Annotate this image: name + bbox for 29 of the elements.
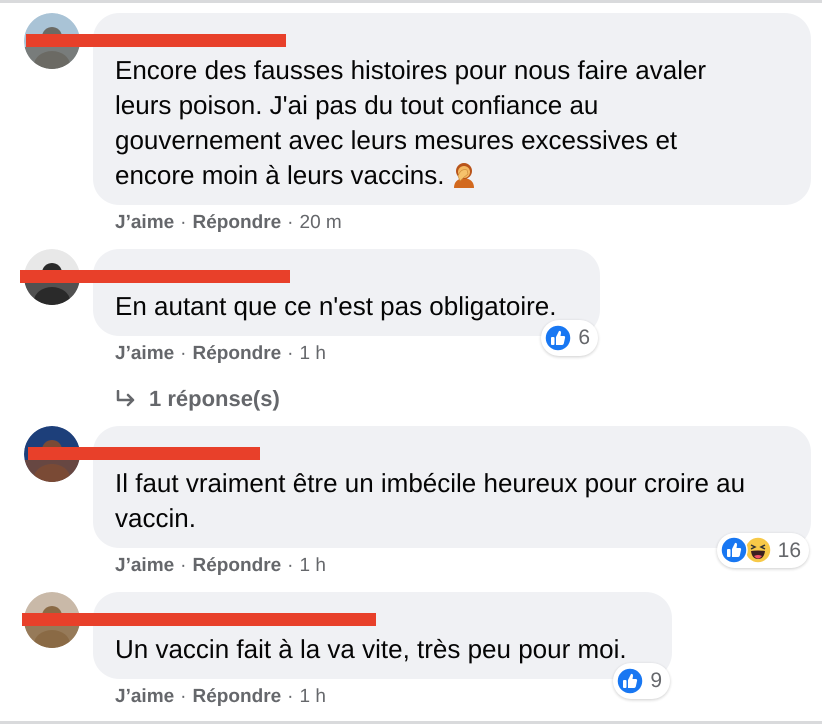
- reaction-badge[interactable]: 9: [613, 663, 670, 698]
- comment-text: Un vaccin fait à la va vite, très peu pour moi.: [115, 632, 628, 666]
- separator-dot: ·: [287, 554, 294, 578]
- separator-dot: ·: [180, 211, 186, 235]
- separator-dot: ·: [180, 684, 186, 708]
- separator-dot: ·: [180, 342, 186, 366]
- action-link[interactable]: Répondre: [192, 552, 282, 580]
- reaction-badge[interactable]: 16: [716, 532, 809, 568]
- timestamp: 1 h: [300, 684, 326, 708]
- action-link[interactable]: J’aime: [115, 682, 174, 711]
- replies-link[interactable]: 1 réponse(s): [115, 382, 822, 415]
- action-link[interactable]: J’aime: [115, 340, 174, 368]
- separator-dot: ·: [287, 342, 294, 366]
- timestamp: 1 h: [300, 342, 326, 366]
- reaction-badge[interactable]: 6: [541, 320, 598, 356]
- separator-dot: ·: [287, 211, 294, 235]
- comment-text: Encore des fausses histoires pour nous faire avaler leurs poison. J'ai pas du tout confiance au gouvernement avec leurs mesures excessives et encore moin à leurs vaccins.: [115, 54, 708, 192]
- timestamp: 1 h: [300, 554, 326, 578]
- action-link[interactable]: Répondre: [192, 682, 282, 711]
- action-link[interactable]: J’aime: [115, 552, 174, 580]
- comment-text: En autant que ce n'est pas obligatoire.: [115, 290, 558, 322]
- separator-dot: ·: [287, 684, 294, 708]
- separator-dot: ·: [180, 554, 186, 578]
- action-link[interactable]: Répondre: [192, 209, 282, 238]
- reply-arrow-icon: [115, 390, 137, 408]
- action-link[interactable]: J’aime: [115, 209, 174, 238]
- action-link[interactable]: Répondre: [192, 340, 282, 368]
- comment-text: Il faut vraiment être un imbécile heureux pour croire au vaccin.: [115, 467, 746, 535]
- timestamp: 20 m: [300, 211, 342, 235]
